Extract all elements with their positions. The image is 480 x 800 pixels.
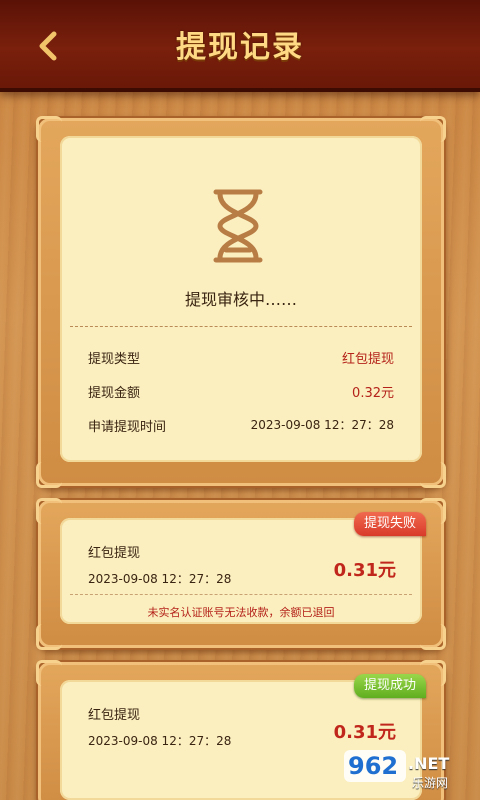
frame-corner bbox=[36, 624, 62, 650]
frame-corner bbox=[36, 462, 62, 488]
card-panel: 提现审核中…… 提现类型 红包提现 提现金额 0.32元 申请提现时间 2023… bbox=[60, 136, 422, 462]
divider bbox=[70, 326, 412, 327]
row-value: 红包提现 bbox=[341, 352, 394, 367]
top-bar: 提现记录 bbox=[0, 0, 480, 92]
card-panel: 提现失败 红包提现 2023-09-08 12：27：28 0.31元 未实名认… bbox=[60, 512, 426, 624]
frame-corner bbox=[36, 498, 62, 524]
frame-corner bbox=[420, 624, 446, 650]
page-title: 提现记录 bbox=[176, 30, 304, 65]
status-badge: 提现失败 bbox=[353, 512, 426, 536]
row-label: 提现类型 bbox=[88, 352, 141, 367]
frame-corner bbox=[420, 462, 446, 488]
record-amount: 0.31元 bbox=[333, 722, 396, 743]
review-status: 提现审核中…… bbox=[184, 290, 297, 309]
frame-corner bbox=[36, 116, 62, 142]
watermark-brand: 962 bbox=[348, 752, 399, 780]
withdrawal-record-card[interactable]: 提现失败 红包提现 2023-09-08 12：27：28 0.31元 未实名认… bbox=[36, 498, 446, 650]
row-value: 2023-09-08 12：27：28 bbox=[250, 418, 394, 432]
record-type: 红包提现 bbox=[88, 546, 141, 561]
pending-withdrawal-card: 提现审核中…… 提现类型 红包提现 提现金额 0.32元 申请提现时间 2023… bbox=[36, 116, 446, 488]
record-amount: 0.31元 bbox=[333, 560, 396, 581]
info-row: 提现金额 0.32元 bbox=[88, 382, 394, 401]
row-label: 提现金额 bbox=[88, 386, 141, 401]
watermark-suffix: .NET bbox=[408, 754, 450, 773]
watermark-sub: 乐游网 bbox=[412, 776, 449, 790]
row-value: 0.32元 bbox=[352, 386, 394, 401]
failure-note: 未实名认证账号无法收款，余额已退回 bbox=[147, 606, 335, 619]
info-row: 提现类型 红包提现 bbox=[88, 348, 394, 367]
row-label: 申请提现时间 bbox=[88, 420, 167, 435]
record-time: 2023-09-08 12：27：28 bbox=[88, 734, 232, 748]
divider bbox=[70, 594, 412, 595]
watermark-logo: 962 .NET 乐游网 bbox=[342, 746, 472, 792]
record-time: 2023-09-08 12：27：28 bbox=[88, 572, 232, 586]
hourglass-icon bbox=[213, 189, 263, 263]
record-type: 红包提现 bbox=[88, 708, 141, 723]
status-badge: 提现成功 bbox=[353, 674, 426, 698]
frame-corner bbox=[420, 116, 446, 142]
info-row: 申请提现时间 2023-09-08 12：27：28 bbox=[88, 416, 394, 435]
frame-corner bbox=[36, 660, 62, 686]
